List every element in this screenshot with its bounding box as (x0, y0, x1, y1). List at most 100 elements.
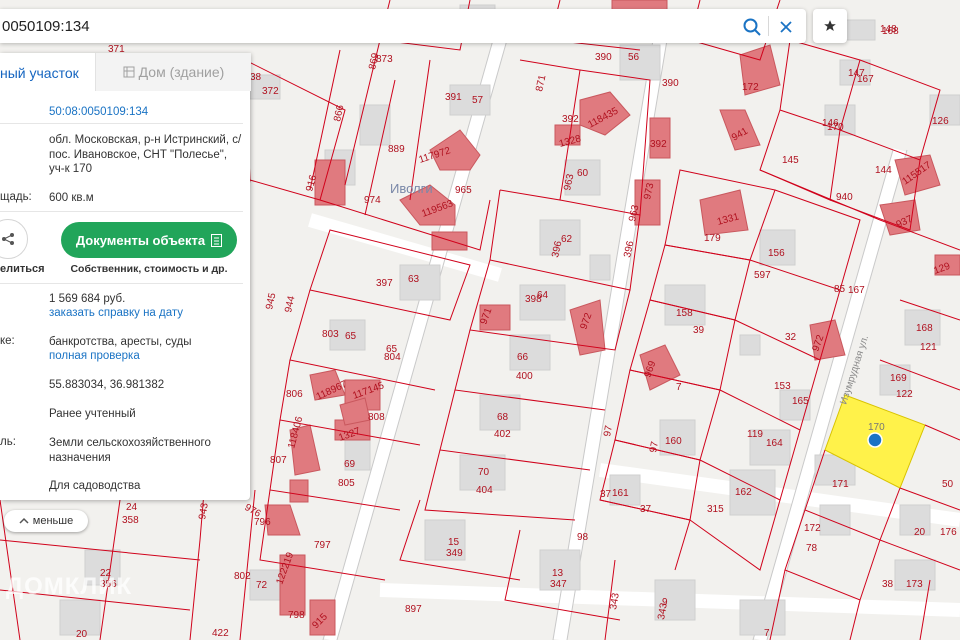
parcel-number-label: 805 (338, 478, 355, 489)
parcel-number-label: 164 (766, 438, 783, 449)
order-certificate-link[interactable]: заказать справку на дату (49, 306, 244, 321)
share-button[interactable] (0, 219, 28, 259)
parcel-number-label: 173 (906, 579, 923, 590)
parcel-number-label: 392 (562, 114, 579, 125)
parcel-number-label: 897 (405, 604, 422, 615)
parcel-number-label: 20 (76, 629, 88, 640)
coordinates-value: 55.883034, 36.981382 (49, 379, 165, 391)
parcel-number-label: 358 (122, 515, 139, 526)
parcel-number-label: 39 (693, 325, 705, 336)
parcel-number-label: 392 (650, 139, 667, 150)
parcel-number-label: 122 (896, 389, 913, 400)
parcel-number-label: 798 (288, 610, 305, 621)
search-divider (768, 16, 769, 36)
info-panel: ный участок Дом (здание) 50:08:0050109:1… (0, 53, 251, 500)
parcel-number-label: 68 (497, 412, 509, 423)
parcel-number-label: 38 (882, 579, 894, 590)
parcel-number-label: 597 (754, 270, 771, 281)
parcel-number-label: 153 (774, 381, 791, 392)
documents-button[interactable]: Документы объекта (61, 222, 237, 258)
parcel-number-label: 72 (256, 580, 268, 591)
parcel-number-label: 422 (212, 628, 229, 639)
separator (0, 211, 243, 212)
status-value: Ранее учтенный (49, 408, 136, 420)
area-value: 600 кв.м (49, 192, 94, 204)
parcel-number-label: 65 (345, 331, 357, 342)
address-value: обл. Московская, р-н Истринский, с/пос. … (49, 134, 242, 175)
parcel-number-label: 98 (577, 532, 589, 543)
parcel-number-label: 404 (476, 485, 493, 496)
parcel-number-label: 347 (550, 579, 567, 590)
risk-label: ке: (0, 335, 15, 347)
parcel-number-label: 70 (478, 467, 490, 478)
parcel-number-label: 66 (517, 352, 529, 363)
parcel-number-label: 402 (494, 429, 511, 440)
parcel-number-label: 20 (914, 527, 926, 538)
parcel-number-label: 7 (764, 628, 770, 639)
building-icon (123, 66, 135, 78)
cadastral-number-link[interactable]: 50:08:0050109:134 (49, 105, 244, 120)
parcel-number-label: 7 (676, 382, 682, 393)
parcel-number-label: 796 (254, 517, 271, 528)
parcel-number-label: 69 (344, 459, 356, 470)
search-bar (0, 9, 806, 43)
parcel-number-label: 372 (262, 86, 279, 97)
locality-label: Иволги (390, 181, 433, 196)
parcel-number-label: 160 (665, 436, 682, 447)
parcel-number-label: 390 (595, 52, 612, 63)
parcel-number-label: 13 (552, 568, 564, 579)
parcel-number-label: 803 (322, 329, 339, 340)
parcel-number-label: 974 (364, 195, 381, 206)
documents-button-label: Документы объекта (75, 232, 206, 248)
documents-subtitle: Собственник, стоимость и др. (70, 263, 228, 275)
parcel-number-label: 165 (792, 396, 809, 407)
parcel-number-label: 176 (940, 527, 957, 538)
parcel-number-label: 169 (890, 373, 907, 384)
parcel-number-label: 32 (785, 332, 797, 343)
parcel-number-label: 804 (384, 352, 401, 363)
parcel-number-label: 171 (832, 479, 849, 490)
parcel-number-label: 167 (857, 74, 874, 85)
parcel-number-label: 37 (640, 504, 652, 515)
watermark: ДОМКЛИК (6, 573, 133, 600)
parcel-number-label: 38 (250, 72, 262, 83)
parcel-number-label: 37 (600, 489, 612, 500)
collapse-label: меньше (32, 515, 74, 527)
search-icon[interactable] (742, 17, 762, 37)
document-icon (211, 233, 223, 247)
parcel-number-label: 400 (516, 371, 533, 382)
parcel-number-label: 121 (920, 342, 937, 353)
parcel-number-label: 15 (448, 537, 460, 548)
location-marker[interactable] (867, 432, 883, 448)
tab-house[interactable]: Дом (здание) (95, 53, 251, 91)
category-value: Земли сельскохозяйственного назначения (49, 437, 211, 464)
full-check-link[interactable]: полная проверка (49, 349, 244, 364)
tab-land-plot[interactable]: ный участок (0, 53, 94, 93)
close-icon[interactable] (776, 17, 796, 37)
parcel-number-label: 808 (368, 412, 385, 423)
panel-tabs: ный участок Дом (здание) (0, 53, 251, 93)
cadastral-value: 1 569 684 руб. (49, 293, 126, 305)
parcel-number-label: 119 (747, 429, 763, 440)
use-value: Для садоводства (49, 480, 141, 492)
parcel-number-label: 873 (376, 54, 393, 65)
risk-value: банкротства, аресты, суды (49, 336, 192, 348)
parcel-number-label: 167 (848, 285, 865, 296)
parcel-number-label: 965 (455, 185, 472, 196)
parcel-number-label: 391 (445, 92, 462, 103)
favorite-button[interactable] (813, 9, 847, 43)
chevron-up-icon (19, 517, 29, 524)
parcel-number-label: 397 (376, 278, 393, 289)
parcel-number-label: 158 (676, 308, 693, 319)
parcel-number-label: 60 (577, 168, 589, 179)
search-input[interactable] (0, 9, 732, 43)
parcel-number-label: 144 (875, 165, 892, 176)
collapse-button[interactable]: меньше (4, 510, 88, 532)
share-icon (2, 233, 14, 245)
parcel-number-label: 806 (286, 389, 303, 400)
parcel-number-label: 390 (662, 78, 679, 89)
parcel-number-label: 126 (932, 116, 949, 127)
parcel-number-label: 940 (836, 192, 853, 203)
parcel-number-label: 168 (882, 26, 899, 37)
parcel-number-label: 807 (270, 455, 287, 466)
